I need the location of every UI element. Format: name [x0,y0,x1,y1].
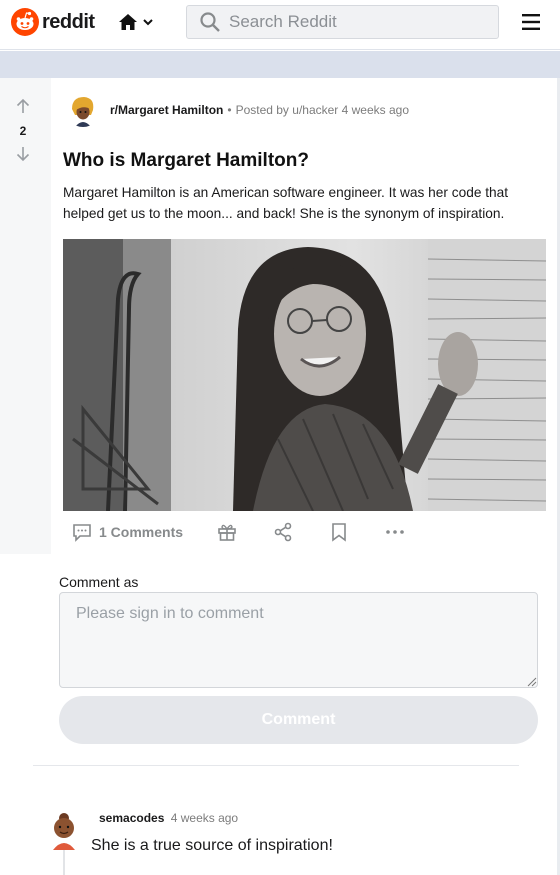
logo-text: reddit [42,10,95,33]
comments-count-label: 1 Comments [99,524,184,540]
comment-submit-button[interactable]: Comment [59,696,538,744]
comment-icon [73,524,91,542]
post-card: 2 r/Margaret Hamilton • Posted by u/hack… [0,78,560,554]
resize-handle-icon[interactable] [527,677,537,687]
comment-author[interactable]: semacodes [99,811,164,825]
chevron-down-icon [143,19,153,26]
top-navigation-bar: reddit [0,0,560,50]
comment-textarea[interactable] [59,592,538,688]
search-input[interactable] [229,12,489,32]
post-image[interactable] [63,239,546,511]
vote-column: 2 [0,78,51,554]
reddit-alien-icon [11,8,39,36]
comment-text: She is a true source of inspiration! [91,837,333,854]
more-options-icon[interactable] [385,522,405,542]
share-icon[interactable] [273,522,293,542]
meta-separator: • [227,103,232,117]
subreddit-avatar[interactable] [66,93,100,127]
posted-by: Posted by u/hacker 4 weeks ago [235,103,409,117]
comment-timestamp: 4 weeks ago [170,811,239,825]
comment-thread-line[interactable] [63,850,65,875]
home-icon [119,14,137,30]
search-bar[interactable] [186,5,499,39]
divider [33,765,519,766]
gift-icon[interactable] [217,522,237,542]
subreddit-name[interactable]: r/Margaret Hamilton [110,103,223,117]
post-meta: r/Margaret Hamilton • Posted by u/hacker… [66,93,409,127]
bookmark-icon[interactable] [329,522,349,542]
downvote-icon[interactable] [15,146,31,162]
home-dropdown-button[interactable] [118,12,154,32]
header-band [0,51,560,78]
commenter-avatar[interactable] [48,810,80,850]
comment-meta: semacodes 4 weeks ago [99,811,238,825]
post-actions: 1 Comments [72,521,405,543]
post-body: Margaret Hamilton is an American softwar… [63,185,509,221]
search-icon [200,12,220,32]
reddit-logo[interactable]: reddit [11,8,95,36]
upvote-icon[interactable] [15,98,31,114]
hamburger-icon[interactable] [522,14,540,35]
post-title[interactable]: Who is Margaret Hamilton? [63,150,309,172]
comment-as-label: Comment as [59,574,139,590]
vote-count: 2 [19,124,27,138]
comments-button[interactable]: 1 Comments [72,522,183,542]
